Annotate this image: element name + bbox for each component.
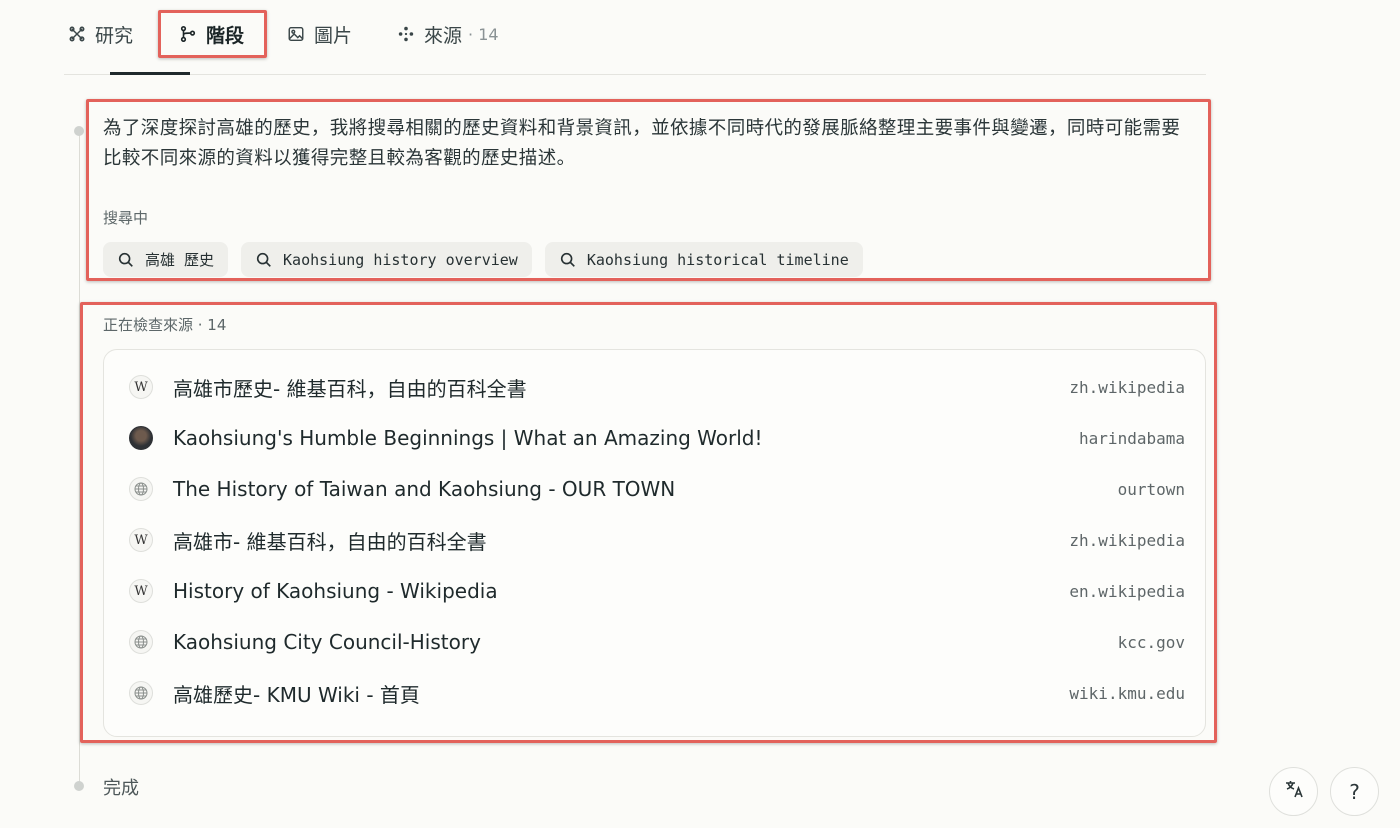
translate-icon <box>1283 778 1305 805</box>
sources-count: · 14 <box>468 24 499 44</box>
highlight-box-sources <box>80 302 1217 743</box>
help-label: ? <box>1349 779 1360 804</box>
tab-research[interactable]: 研究 <box>67 18 133 50</box>
translate-button[interactable] <box>1269 767 1318 816</box>
image-icon <box>286 24 306 44</box>
tab-images[interactable]: 圖片 <box>286 18 352 50</box>
tab-sources[interactable]: 來源 · 14 <box>396 18 499 50</box>
research-icon <box>67 24 87 44</box>
done-label: 完成 <box>103 778 139 799</box>
highlight-box-step <box>86 99 1211 281</box>
tab-label: 圖片 <box>314 24 353 47</box>
active-tab-indicator <box>110 72 190 75</box>
sources-icon <box>396 24 416 44</box>
timeline-dot <box>74 126 84 136</box>
tab-label: 來源 <box>424 24 463 47</box>
help-button[interactable]: ? <box>1330 767 1379 816</box>
timeline-dot <box>74 781 84 791</box>
tab-label: 研究 <box>95 24 134 47</box>
highlight-box-tab <box>158 10 267 58</box>
